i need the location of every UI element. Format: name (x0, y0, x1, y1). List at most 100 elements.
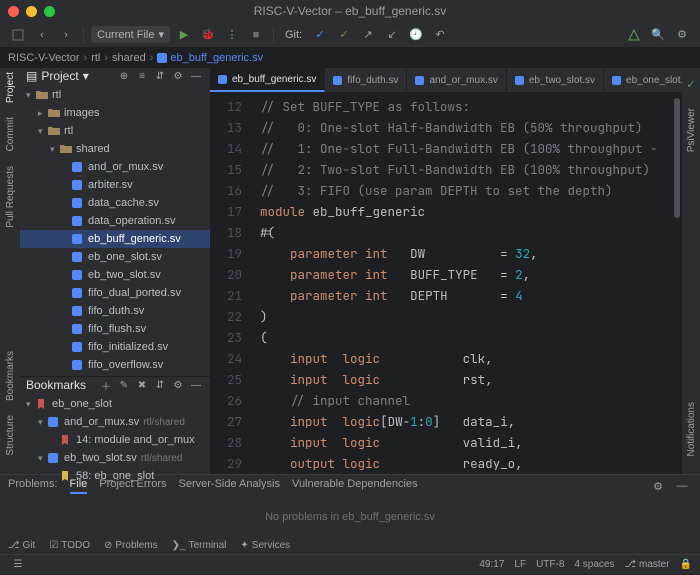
search-button[interactable]: 🔍 (648, 25, 668, 45)
panel-settings-button[interactable]: ⚙ (648, 476, 668, 496)
hide-button[interactable]: — (188, 377, 204, 393)
tree-row[interactable]: ▾and_or_mux.svrtl/shared (20, 413, 210, 431)
editor-tab[interactable]: and_or_mux.sv (407, 68, 506, 92)
tree-row[interactable]: ▾shared (20, 140, 210, 158)
lock-icon[interactable]: 🔒 (680, 559, 692, 570)
expand-button[interactable]: ≡ (134, 68, 150, 84)
status-menu-button[interactable]: ☰ (8, 555, 28, 575)
scrollbar-thumb[interactable] (674, 98, 680, 218)
problems-tab-server[interactable]: Server-Side Analysis (179, 478, 281, 494)
tree-row[interactable]: fifo_initialized.sv (20, 338, 210, 356)
tool-project[interactable]: Project (5, 72, 16, 103)
forward-button[interactable]: › (56, 25, 76, 45)
bm-settings-button[interactable]: ⚙ (170, 377, 186, 393)
close-window-button[interactable] (8, 6, 19, 17)
tool-commit[interactable]: Commit (5, 117, 16, 151)
editor-tab[interactable]: eb_one_slot.sv (604, 68, 682, 92)
build-button[interactable] (624, 25, 644, 45)
stop-button[interactable]: ■ (246, 25, 266, 45)
bottom-tool-terminal[interactable]: ❯_Terminal (172, 540, 227, 551)
vcs-history-button[interactable]: 🕘 (406, 25, 426, 45)
minimize-window-button[interactable] (26, 6, 37, 17)
tree-row[interactable]: fifo_overflow.sv (20, 356, 210, 374)
expand-icon[interactable]: ▸ (38, 108, 48, 119)
tool-pull-requests[interactable]: Pull Requests (5, 166, 16, 228)
breadcrumb-segment[interactable]: RISC-V-Vector (8, 52, 80, 64)
tree-row[interactable]: data_cache.sv (20, 194, 210, 212)
tree-row[interactable]: fifo_flush.sv (20, 320, 210, 338)
hide-button[interactable]: — (188, 68, 204, 84)
bm-edit-button[interactable]: ✎ (116, 377, 132, 393)
editor-tab[interactable]: eb_buff_generic.sv (210, 68, 325, 92)
tree-row[interactable]: ▾eb_two_slot.svrtl/shared (20, 449, 210, 467)
bm-expand-button[interactable]: ⇵ (152, 377, 168, 393)
line-sep[interactable]: LF (514, 559, 526, 570)
tree-row[interactable]: arbiter.sv (20, 176, 210, 194)
caret-position[interactable]: 49:17 (479, 559, 504, 570)
git-branch[interactable]: ⎇master (624, 559, 669, 570)
tree-row[interactable]: 14: module and_or_mux (20, 431, 210, 449)
tree-row[interactable]: ▸images (20, 104, 210, 122)
expand-icon[interactable]: ▾ (26, 399, 36, 410)
vcs-update-button[interactable]: ✓ (310, 25, 330, 45)
tool-notifications[interactable]: Notifications (686, 402, 697, 456)
problems-tab-vuln[interactable]: Vulnerable Dependencies (292, 478, 418, 494)
tree-row[interactable]: fifo_duth.sv (20, 302, 210, 320)
line-gutter[interactable]: 121314151617181920212223242526272829 (210, 92, 252, 474)
settings-icon[interactable]: ⚙ (170, 68, 186, 84)
vcs-revert-button[interactable]: ↶ (430, 25, 450, 45)
problems-tab-file[interactable]: File (70, 478, 88, 494)
run-button[interactable]: ▶ (174, 25, 194, 45)
bm-delete-button[interactable]: ✖ (134, 377, 150, 393)
bookmarks-tree[interactable]: ▾eb_one_slot▾and_or_mux.svrtl/shared14: … (20, 393, 210, 487)
tree-row[interactable]: ▾eb_one_slot (20, 395, 210, 413)
tree-row[interactable]: eb_buff_generic.sv (20, 230, 210, 248)
project-icon[interactable] (8, 25, 28, 45)
expand-icon[interactable]: ▾ (38, 126, 48, 137)
bottom-tool-problems[interactable]: ⊘Problems (104, 540, 158, 551)
settings-button[interactable]: ⚙ (672, 25, 692, 45)
tree-row[interactable]: data_operation.sv (20, 212, 210, 230)
locate-button[interactable]: ⊕ (116, 68, 132, 84)
bottom-tool-git[interactable]: ⎇Git (8, 540, 35, 551)
tool-bookmarks[interactable]: Bookmarks (5, 351, 16, 401)
debug-button[interactable]: 🐞 (198, 25, 218, 45)
project-tree[interactable]: ▾rtl▸images▾rtl▾sharedand_or_mux.svarbit… (20, 84, 210, 376)
editor-tab[interactable]: eb_two_slot.sv (507, 68, 604, 92)
tree-row[interactable]: ▾rtl (20, 86, 210, 104)
code-lines[interactable]: // Set BUFF_TYPE as follows:// 0: One-sl… (252, 92, 682, 474)
collapse-button[interactable]: ⇵ (152, 68, 168, 84)
scrollbar[interactable] (672, 92, 682, 474)
expand-icon[interactable]: ▾ (38, 417, 48, 428)
tool-psiviewer[interactable]: PsiViewer (686, 108, 697, 152)
vcs-pull-button[interactable]: ↙ (382, 25, 402, 45)
chevron-down-icon[interactable]: ▾ (83, 69, 89, 83)
expand-icon[interactable]: ▾ (26, 90, 36, 101)
tree-row[interactable]: eb_one_slot.sv (20, 248, 210, 266)
more-run-button[interactable]: ⋮ (222, 25, 242, 45)
tree-row[interactable]: and_or_mux.sv (20, 158, 210, 176)
vcs-commit-button[interactable]: ✓ (334, 25, 354, 45)
bottom-tool-todo[interactable]: ☑TODO (49, 540, 90, 551)
breadcrumb-current[interactable]: eb_buff_generic.sv (157, 52, 263, 64)
inspections-icon[interactable]: ✓ (681, 74, 700, 94)
panel-hide-button[interactable]: — (672, 476, 692, 496)
code-editor[interactable]: 121314151617181920212223242526272829 // … (210, 92, 682, 474)
tree-row[interactable]: fifo_dual_ported.sv (20, 284, 210, 302)
tree-row[interactable]: ▾rtl (20, 122, 210, 140)
maximize-window-button[interactable] (44, 6, 55, 17)
breadcrumb-segment[interactable]: rtl (91, 52, 100, 64)
tree-row[interactable]: eb_two_slot.sv (20, 266, 210, 284)
run-config-selector[interactable]: Current File ▾ (91, 26, 170, 43)
expand-icon[interactable]: ▾ (38, 453, 48, 464)
bottom-tool-services[interactable]: ✦Services (240, 540, 290, 551)
editor-tab[interactable]: fifo_duth.sv (325, 68, 407, 92)
indent[interactable]: 4 spaces (574, 559, 614, 570)
bm-add-button[interactable]: ＋ (98, 377, 114, 393)
encoding[interactable]: UTF-8 (536, 559, 564, 570)
tool-structure[interactable]: Structure (5, 415, 16, 456)
breadcrumb-segment[interactable]: shared (112, 52, 146, 64)
expand-icon[interactable]: ▾ (50, 144, 60, 155)
problems-tab-project[interactable]: Project Errors (99, 478, 166, 494)
vcs-push-button[interactable]: ↗ (358, 25, 378, 45)
